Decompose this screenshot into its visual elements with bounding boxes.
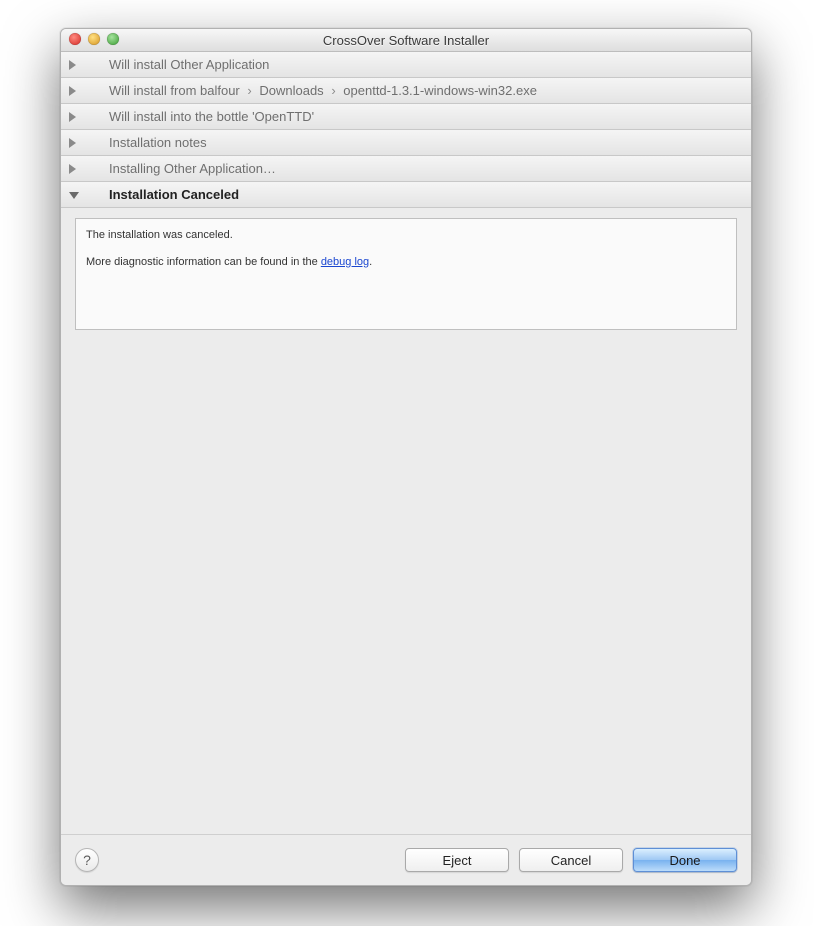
step-label: Installation Canceled [109, 187, 239, 202]
help-icon: ? [83, 852, 91, 868]
path-segment: Downloads [259, 83, 323, 98]
done-button[interactable]: Done [633, 848, 737, 872]
step-list: Will install Other Application Will inst… [61, 52, 751, 208]
cancel-button[interactable]: Cancel [519, 848, 623, 872]
button-label: Eject [443, 853, 472, 868]
step-install-notes[interactable]: Installation notes [61, 130, 751, 156]
minimize-icon[interactable] [88, 33, 100, 45]
content-spacer [61, 334, 751, 834]
disclosure-down-icon[interactable] [69, 190, 79, 200]
step-install-app[interactable]: Will install Other Application [61, 52, 751, 78]
button-label: Cancel [551, 853, 591, 868]
button-label: Done [669, 853, 700, 868]
detail-box: The installation was canceled. More diag… [75, 218, 737, 330]
chevron-right-icon: › [247, 83, 251, 98]
step-label: Installation notes [109, 135, 207, 150]
disclosure-right-icon[interactable] [69, 112, 79, 122]
disclosure-right-icon[interactable] [69, 60, 79, 70]
eject-button[interactable]: Eject [405, 848, 509, 872]
detail-text-fragment: . [369, 256, 372, 268]
zoom-icon[interactable] [107, 33, 119, 45]
help-button[interactable]: ? [75, 848, 99, 872]
titlebar[interactable]: CrossOver Software Installer [61, 29, 751, 52]
installer-window: CrossOver Software Installer Will instal… [60, 28, 752, 886]
detail-text-fragment: More diagnostic information can be found… [86, 256, 321, 268]
debug-log-link[interactable]: debug log [321, 256, 369, 268]
step-label: Will install from balfour › Downloads › … [109, 83, 537, 98]
traffic-lights [69, 33, 119, 45]
step-canceled[interactable]: Installation Canceled [61, 182, 751, 208]
detail-area: The installation was canceled. More diag… [61, 208, 751, 334]
step-label: Will install Other Application [109, 57, 269, 72]
disclosure-right-icon[interactable] [69, 138, 79, 148]
window-title: CrossOver Software Installer [323, 33, 489, 48]
disclosure-right-icon[interactable] [69, 164, 79, 174]
step-label: Will install into the bottle 'OpenTTD' [109, 109, 314, 124]
chevron-right-icon: › [331, 83, 335, 98]
step-label: Installing Other Application… [109, 161, 276, 176]
path-segment: openttd-1.3.1-windows-win32.exe [343, 83, 537, 98]
step-installing[interactable]: Installing Other Application… [61, 156, 751, 182]
step-install-from[interactable]: Will install from balfour › Downloads › … [61, 78, 751, 104]
detail-text: More diagnostic information can be found… [86, 254, 726, 271]
disclosure-right-icon[interactable] [69, 86, 79, 96]
close-icon[interactable] [69, 33, 81, 45]
step-install-bottle[interactable]: Will install into the bottle 'OpenTTD' [61, 104, 751, 130]
detail-text: The installation was canceled. [86, 227, 726, 244]
footer: ? Eject Cancel Done [61, 834, 751, 885]
path-segment: Will install from balfour [109, 83, 240, 98]
